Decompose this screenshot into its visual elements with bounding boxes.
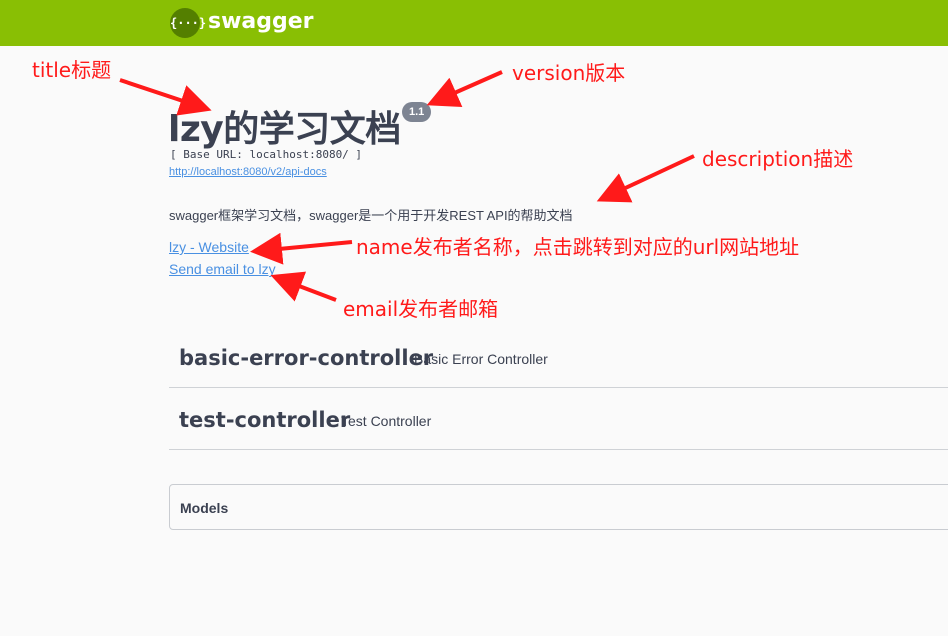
top-bar: {···} swagger (0, 0, 948, 46)
annotation-name: name发布者名称，点击跳转到对应的url网站地址 (356, 235, 800, 259)
swagger-logo-icon[interactable]: {···} (170, 8, 206, 38)
arrow-to-description (596, 154, 695, 203)
tag-name[interactable]: basic-error-controller (179, 346, 433, 370)
api-title: lzy的学习文档 (168, 109, 401, 150)
models-section[interactable]: Models (169, 484, 948, 530)
api-description: swagger框架学习文档，swagger是一个用于开发REST API的帮助文… (169, 208, 573, 223)
arrow-to-website (250, 232, 353, 265)
base-url: [ Base URL: localhost:8080/ ] (170, 148, 363, 161)
tag-description: Test Controller (341, 413, 432, 429)
email-link[interactable]: Send email to lzy (169, 261, 276, 277)
annotation-version: version版本 (512, 61, 626, 85)
annotation-description: description描述 (702, 147, 854, 171)
tag-name[interactable]: test-controller (179, 408, 350, 432)
annotation-email: email发布者邮箱 (343, 297, 499, 321)
brand-name[interactable]: swagger (208, 9, 314, 34)
website-link[interactable]: lzy - Website (169, 239, 249, 255)
version-badge: 1.1 (402, 102, 432, 122)
models-label: Models (180, 500, 229, 516)
tag-section-basic-error-controller[interactable]: basic-error-controller Basic Error Contr… (169, 327, 948, 388)
arrow-to-version (426, 70, 503, 107)
tag-description: Basic Error Controller (414, 351, 548, 367)
arrow-to-email (270, 271, 337, 302)
annotation-title: title标题 (32, 58, 112, 82)
tag-section-test-controller[interactable]: test-controller Test Controller (169, 389, 948, 450)
api-docs-link[interactable]: http://localhost:8080/v2/api-docs (169, 166, 327, 178)
